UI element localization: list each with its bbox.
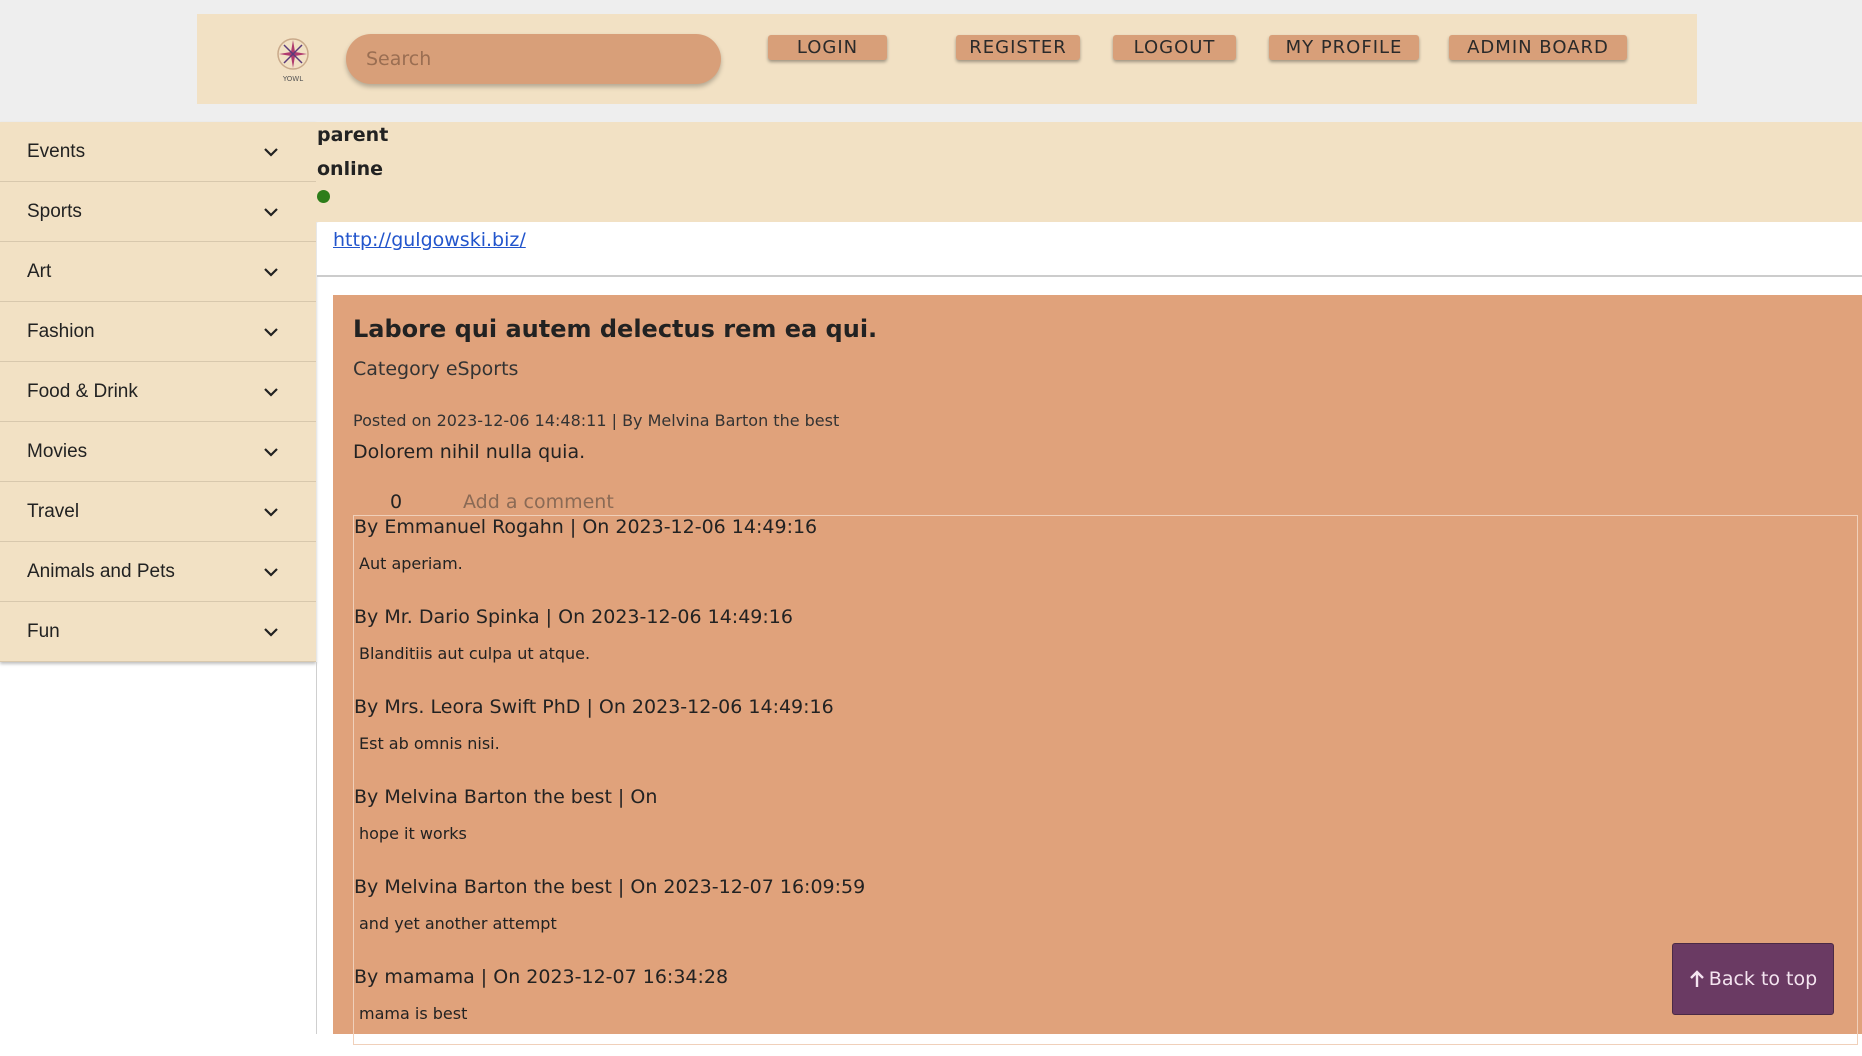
post-category: Category eSports	[353, 358, 519, 380]
arrow-up-icon	[1689, 970, 1704, 987]
comment-author-line: By Mr. Dario Spinka | On 2023-12-06 14:4…	[354, 606, 793, 628]
comment-item: By Melvina Barton the best | On 2023-12-…	[354, 876, 1857, 966]
sidebar-item-label: Food & Drink	[27, 381, 138, 402]
sidebar-item-movies[interactable]: Movies	[0, 422, 316, 482]
sidebar-divider	[316, 662, 317, 1034]
user-name: parent	[317, 124, 389, 146]
sidebar-item-label: Events	[27, 141, 86, 162]
sidebar-item-animals-pets[interactable]: Animals and Pets	[0, 542, 316, 602]
search-input[interactable]	[346, 34, 721, 84]
my-profile-button[interactable]: MY PROFILE	[1269, 35, 1419, 60]
sidebar-item-food-drink[interactable]: Food & Drink	[0, 362, 316, 422]
comment-author-line: By Mrs. Leora Swift PhD | On 2023-12-06 …	[354, 696, 834, 718]
sidebar-item-label: Travel	[27, 501, 80, 522]
post-body: Dolorem nihil nulla quia.	[353, 441, 586, 463]
user-link-panel: http://gulgowski.biz/	[317, 223, 1862, 277]
comment-item: By Emmanuel Rogahn | On 2023-12-06 14:49…	[354, 516, 1857, 606]
comment-text: Aut aperiam.	[359, 554, 463, 573]
admin-board-button[interactable]: ADMIN BOARD	[1449, 35, 1627, 60]
chevron-down-icon	[264, 448, 278, 457]
comment-item: By Melvina Barton the best | On hope it …	[354, 786, 1857, 876]
sidebar-item-travel[interactable]: Travel	[0, 482, 316, 542]
sidebar-item-art[interactable]: Art	[0, 242, 316, 302]
profile-strip	[316, 122, 1862, 222]
comment-author-line: By mamama | On 2023-12-07 16:34:28	[354, 966, 729, 988]
comment-text: mama is best	[359, 1004, 468, 1023]
register-button[interactable]: REGISTER	[956, 35, 1080, 60]
chevron-down-icon	[264, 508, 278, 517]
chevron-down-icon	[264, 268, 278, 277]
category-sidebar: Events Sports Art Fashion Food & Drink M…	[0, 122, 316, 662]
comment-author-line: By Melvina Barton the best | On 2023-12-…	[354, 876, 866, 898]
post-card: Labore qui autem delectus rem ea qui. Ca…	[333, 295, 1862, 1045]
back-to-top-button[interactable]: Back to top	[1672, 943, 1834, 1015]
sidebar-item-label: Art	[27, 261, 52, 282]
comment-item: By Mr. Dario Spinka | On 2023-12-06 14:4…	[354, 606, 1857, 696]
add-comment-input[interactable]: Add a comment	[463, 491, 614, 513]
comment-list: By Emmanuel Rogahn | On 2023-12-06 14:49…	[353, 515, 1858, 1045]
sidebar-item-events[interactable]: Events	[0, 122, 316, 182]
chevron-down-icon	[264, 208, 278, 217]
chevron-down-icon	[264, 388, 278, 397]
user-website-link[interactable]: http://gulgowski.biz/	[333, 229, 526, 251]
post-title: Labore qui autem delectus rem ea qui.	[353, 315, 878, 343]
comment-text: Est ab omnis nisi.	[359, 734, 500, 753]
sidebar-item-fun[interactable]: Fun	[0, 602, 316, 662]
comment-text: hope it works	[359, 824, 467, 843]
like-count[interactable]: 0	[390, 491, 402, 513]
header: YOWL LOGIN REGISTER LOGOUT MY PROFILE AD…	[197, 14, 1697, 104]
comment-text: Blanditiis aut culpa ut atque.	[359, 644, 591, 663]
logout-button[interactable]: LOGOUT	[1113, 35, 1236, 60]
chevron-down-icon	[264, 328, 278, 337]
chevron-down-icon	[264, 148, 278, 157]
yowl-logo-icon: YOWL	[277, 38, 309, 83]
comment-item: By Mrs. Leora Swift PhD | On 2023-12-06 …	[354, 696, 1857, 786]
chevron-down-icon	[264, 568, 278, 577]
online-status-dot	[317, 190, 330, 203]
svg-text:YOWL: YOWL	[282, 75, 303, 83]
sidebar-item-label: Animals and Pets	[27, 561, 175, 582]
sidebar-item-label: Sports	[27, 201, 82, 222]
comment-text: and yet another attempt	[359, 914, 557, 933]
sidebar-item-label: Fashion	[27, 321, 95, 342]
comment-item: By mamama | On 2023-12-07 16:34:28 mama …	[354, 966, 1857, 1056]
chevron-down-icon	[264, 628, 278, 637]
sidebar-item-fashion[interactable]: Fashion	[0, 302, 316, 362]
sidebar-item-sports[interactable]: Sports	[0, 182, 316, 242]
post-meta: Posted on 2023-12-06 14:48:11 | By Melvi…	[353, 411, 840, 430]
back-to-top-label: Back to top	[1708, 968, 1818, 990]
comment-author-line: By Emmanuel Rogahn | On 2023-12-06 14:49…	[354, 516, 818, 538]
sidebar-item-label: Fun	[27, 621, 60, 642]
user-status: online	[317, 158, 384, 180]
sidebar-item-label: Movies	[27, 441, 88, 462]
logo[interactable]: YOWL	[271, 34, 315, 84]
login-button[interactable]: LOGIN	[768, 35, 887, 60]
comment-author-line: By Melvina Barton the best | On	[354, 786, 658, 808]
